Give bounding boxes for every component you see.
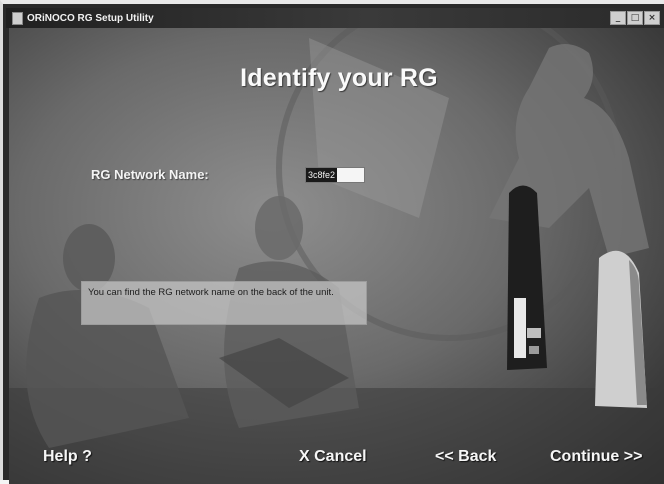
setup-window: ORiNOCO RG Setup Utility _ □ × Identify … xyxy=(0,0,664,484)
app-icon xyxy=(12,11,23,25)
help-button[interactable]: Help ? xyxy=(43,448,92,466)
continue-button[interactable]: Continue >> xyxy=(550,448,642,466)
network-name-input[interactable]: 3c8fe2 xyxy=(305,167,365,183)
wizard-content: Identify your RG RG Network Name: 3c8fe2… xyxy=(9,28,664,484)
network-name-label: RG Network Name: xyxy=(91,167,209,182)
background-illustration xyxy=(9,28,664,484)
close-button[interactable]: × xyxy=(644,11,660,25)
hint-box: You can find the RG network name on the … xyxy=(81,281,367,325)
window-title: ORiNOCO RG Setup Utility xyxy=(27,12,154,24)
maximize-button[interactable]: □ xyxy=(627,11,643,25)
window-controls: _ □ × xyxy=(610,11,660,25)
back-button[interactable]: << Back xyxy=(435,448,496,466)
cancel-button[interactable]: X Cancel xyxy=(299,448,367,466)
page-heading: Identify your RG xyxy=(240,64,438,92)
minimize-button[interactable]: _ xyxy=(610,11,626,25)
title-bar: ORiNOCO RG Setup Utility _ □ × xyxy=(6,8,664,28)
network-name-value: 3c8fe2 xyxy=(306,168,338,182)
